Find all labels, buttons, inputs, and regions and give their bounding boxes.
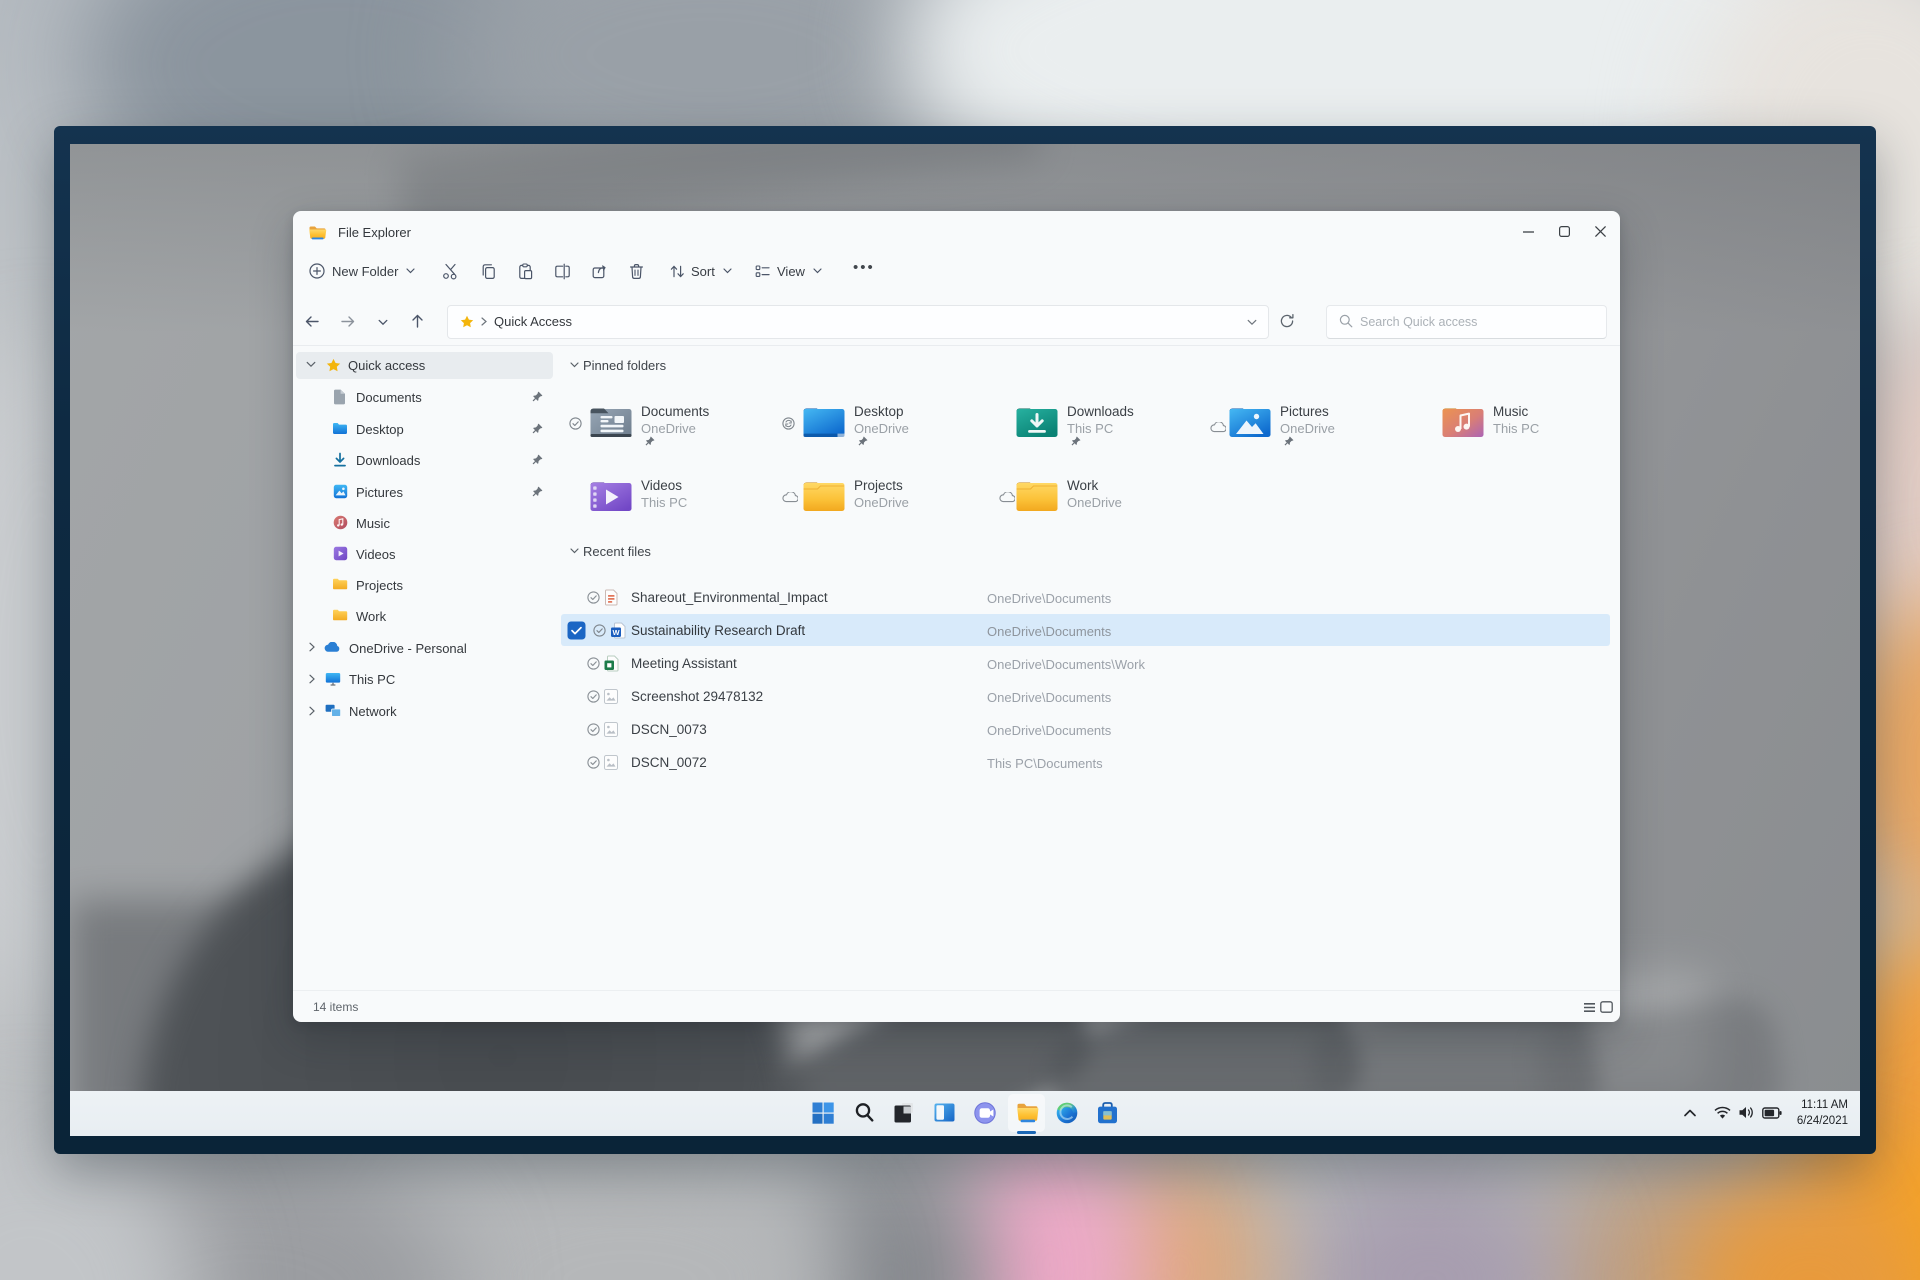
svg-text:W: W: [612, 628, 620, 637]
